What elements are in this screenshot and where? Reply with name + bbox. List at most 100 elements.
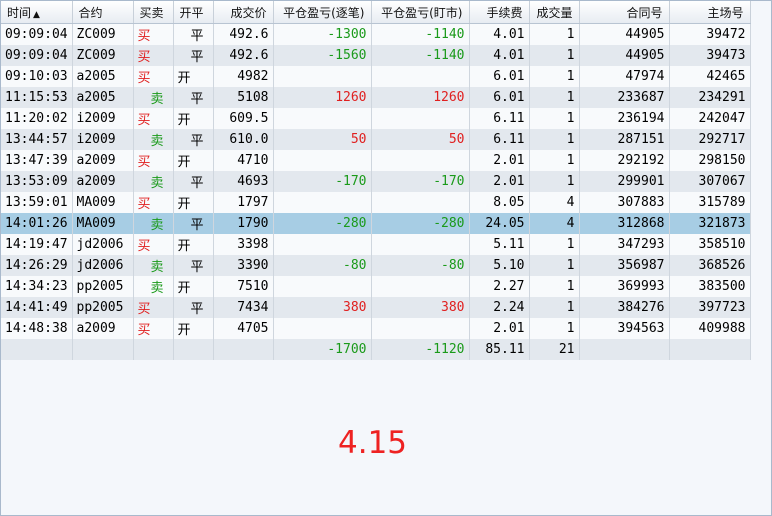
table-row[interactable]: 14:19:47 jd2006 买开 3398 5.11 1 347293 358510 bbox=[1, 234, 751, 255]
cell-price: 609.5 bbox=[213, 108, 274, 129]
table-row[interactable]: 13:44:57 i2009 卖平 610.0 50 50 6.11 1 287151 29271… bbox=[1, 129, 751, 150]
cell-contract-no: 44905 bbox=[579, 23, 670, 45]
table-row[interactable]: 13:53:09 a2009 卖平 4693 -170 -170 2.01 1 299901 30… bbox=[1, 171, 751, 192]
cell-pnl-trade: 1260 bbox=[273, 87, 372, 108]
cell-price: 4982 bbox=[213, 66, 274, 87]
cell-side: 卖 bbox=[133, 255, 174, 276]
cell-open-close: 开 bbox=[173, 66, 214, 87]
table-row[interactable]: 14:41:49 pp2005 买平 7434 380 380 2.24 1 384276 397… bbox=[1, 297, 751, 318]
cell-fee: 4.01 bbox=[469, 23, 530, 45]
col-header-qty[interactable]: 成交量 bbox=[529, 1, 580, 24]
cell-time: 14:01:26 bbox=[1, 213, 73, 234]
table-row[interactable]: 13:47:39 a2009 买开 4710 2.01 1 292192 298150 bbox=[1, 150, 751, 171]
cell-open-close: 平 bbox=[173, 255, 214, 276]
col-header-time[interactable]: 时间 ▲ bbox=[1, 1, 73, 24]
col-header-price[interactable]: 成交价 bbox=[213, 1, 274, 24]
trade-record-window: 时间 ▲ 合约 买卖 开平 成交价 平仓盈亏(逐笔) 平仓盈亏(盯市) 手续费 成… bbox=[0, 0, 772, 516]
table-row[interactable]: 13:59:01 MA009 买开 1797 8.05 4 307883 315789 bbox=[1, 192, 751, 213]
cell-contract-no: 299901 bbox=[579, 171, 670, 192]
cell-main-no: 397723 bbox=[669, 297, 751, 318]
cell-time: 14:26:29 bbox=[1, 255, 73, 276]
cell-fee: 6.11 bbox=[469, 108, 530, 129]
cell-pnl-trade: -170 bbox=[273, 171, 372, 192]
table-row[interactable]: 14:01:26 MA009 卖平 1790 -280 -280 24.05 4 312868 3… bbox=[1, 213, 751, 234]
table-row[interactable]: 14:48:38 a2009 买开 4705 2.01 1 394563 409988 bbox=[1, 318, 751, 339]
cell-side: 买 bbox=[133, 150, 174, 171]
cell-pnl-trade bbox=[273, 108, 372, 129]
cell-pnl-trade: -280 bbox=[273, 213, 372, 234]
col-header-side[interactable]: 买卖 bbox=[133, 1, 174, 24]
cell-main-no: 307067 bbox=[669, 171, 751, 192]
cell-qty: 1 bbox=[529, 255, 580, 276]
cell-contract-no: 44905 bbox=[579, 45, 670, 66]
cell-main-no: 298150 bbox=[669, 150, 751, 171]
cell-contract: a2009 bbox=[72, 171, 134, 192]
cell-qty: 1 bbox=[529, 318, 580, 339]
col-header-pnl-mtm[interactable]: 平仓盈亏(盯市) bbox=[371, 1, 470, 24]
cell-main-no: 242047 bbox=[669, 108, 751, 129]
cell-contract: jd2006 bbox=[72, 255, 134, 276]
col-header-contract[interactable]: 合约 bbox=[72, 1, 134, 24]
cell-pnl-trade bbox=[273, 66, 372, 87]
cell-time: 11:20:02 bbox=[1, 108, 73, 129]
total-cell-fee: 85.11 bbox=[469, 339, 530, 360]
cell-pnl-trade: -1300 bbox=[273, 23, 372, 45]
cell-main-no: 42465 bbox=[669, 66, 751, 87]
cell-price: 7510 bbox=[213, 276, 274, 297]
cell-side: 买 bbox=[133, 108, 174, 129]
cell-qty: 1 bbox=[529, 87, 580, 108]
total-cell-main-no bbox=[669, 339, 751, 360]
total-cell-pnl-trade: -1700 bbox=[273, 339, 372, 360]
table-row[interactable]: 11:15:53 a2005 卖平 5108 1260 1260 6.01 1 233687 23… bbox=[1, 87, 751, 108]
table-row[interactable]: 14:34:23 pp2005 卖开 7510 2.27 1 369993 383500 bbox=[1, 276, 751, 297]
cell-side: 买 bbox=[133, 23, 174, 45]
cell-qty: 4 bbox=[529, 213, 580, 234]
cell-side: 买 bbox=[133, 192, 174, 213]
cell-open-close: 平 bbox=[173, 171, 214, 192]
cell-contract-no: 47974 bbox=[579, 66, 670, 87]
cell-qty: 1 bbox=[529, 171, 580, 192]
cell-side: 卖 bbox=[133, 129, 174, 150]
table-row[interactable]: 14:26:29 jd2006 卖平 3390 -80 -80 5.10 1 356987 368… bbox=[1, 255, 751, 276]
cell-main-no: 39472 bbox=[669, 23, 751, 45]
cell-price: 3390 bbox=[213, 255, 274, 276]
cell-contract: i2009 bbox=[72, 108, 134, 129]
cell-qty: 1 bbox=[529, 150, 580, 171]
cell-main-no: 315789 bbox=[669, 192, 751, 213]
cell-contract-no: 356987 bbox=[579, 255, 670, 276]
col-header-main-no[interactable]: 主场号 bbox=[669, 1, 751, 24]
cell-pnl-mtm bbox=[371, 108, 470, 129]
table-row[interactable]: 09:10:03 a2005 买开 4982 6.01 1 47974 42465 bbox=[1, 66, 751, 87]
total-cell-contract bbox=[72, 339, 134, 360]
cell-contract-no: 236194 bbox=[579, 108, 670, 129]
col-header-open-close[interactable]: 开平 bbox=[173, 1, 214, 24]
table-row[interactable]: 09:09:04 ZC009 买平 492.6 -1560 -1140 4.01 1 44905… bbox=[1, 45, 751, 66]
cell-time: 13:44:57 bbox=[1, 129, 73, 150]
cell-time: 14:48:38 bbox=[1, 318, 73, 339]
cell-contract: pp2005 bbox=[72, 276, 134, 297]
cell-pnl-trade bbox=[273, 192, 372, 213]
col-header-pnl-trade[interactable]: 平仓盈亏(逐笔) bbox=[273, 1, 372, 24]
cell-main-no: 358510 bbox=[669, 234, 751, 255]
table-header: 时间 ▲ 合约 买卖 开平 成交价 平仓盈亏(逐笔) 平仓盈亏(盯市) 手续费 成… bbox=[1, 1, 751, 24]
cell-pnl-trade bbox=[273, 318, 372, 339]
cell-time: 13:59:01 bbox=[1, 192, 73, 213]
cell-fee: 5.10 bbox=[469, 255, 530, 276]
table-row[interactable]: 11:20:02 i2009 买开 609.5 6.11 1 236194 242047 bbox=[1, 108, 751, 129]
cell-open-close: 开 bbox=[173, 108, 214, 129]
cell-qty: 1 bbox=[529, 45, 580, 66]
cell-contract: i2009 bbox=[72, 129, 134, 150]
cell-open-close: 平 bbox=[173, 45, 214, 66]
cell-time: 13:53:09 bbox=[1, 171, 73, 192]
cell-fee: 4.01 bbox=[469, 45, 530, 66]
cell-side: 买 bbox=[133, 297, 174, 318]
total-cell-price bbox=[213, 339, 274, 360]
col-header-fee[interactable]: 手续费 bbox=[469, 1, 530, 24]
cell-time: 09:10:03 bbox=[1, 66, 73, 87]
cell-pnl-mtm: -280 bbox=[371, 213, 470, 234]
cell-pnl-trade: 50 bbox=[273, 129, 372, 150]
cell-open-close: 开 bbox=[173, 192, 214, 213]
cell-price: 5108 bbox=[213, 87, 274, 108]
col-header-contract-no[interactable]: 合同号 bbox=[579, 1, 670, 24]
table-row[interactable]: 09:09:04 ZC009 买平 492.6 -1300 -1140 4.01 1 44905… bbox=[1, 23, 751, 45]
